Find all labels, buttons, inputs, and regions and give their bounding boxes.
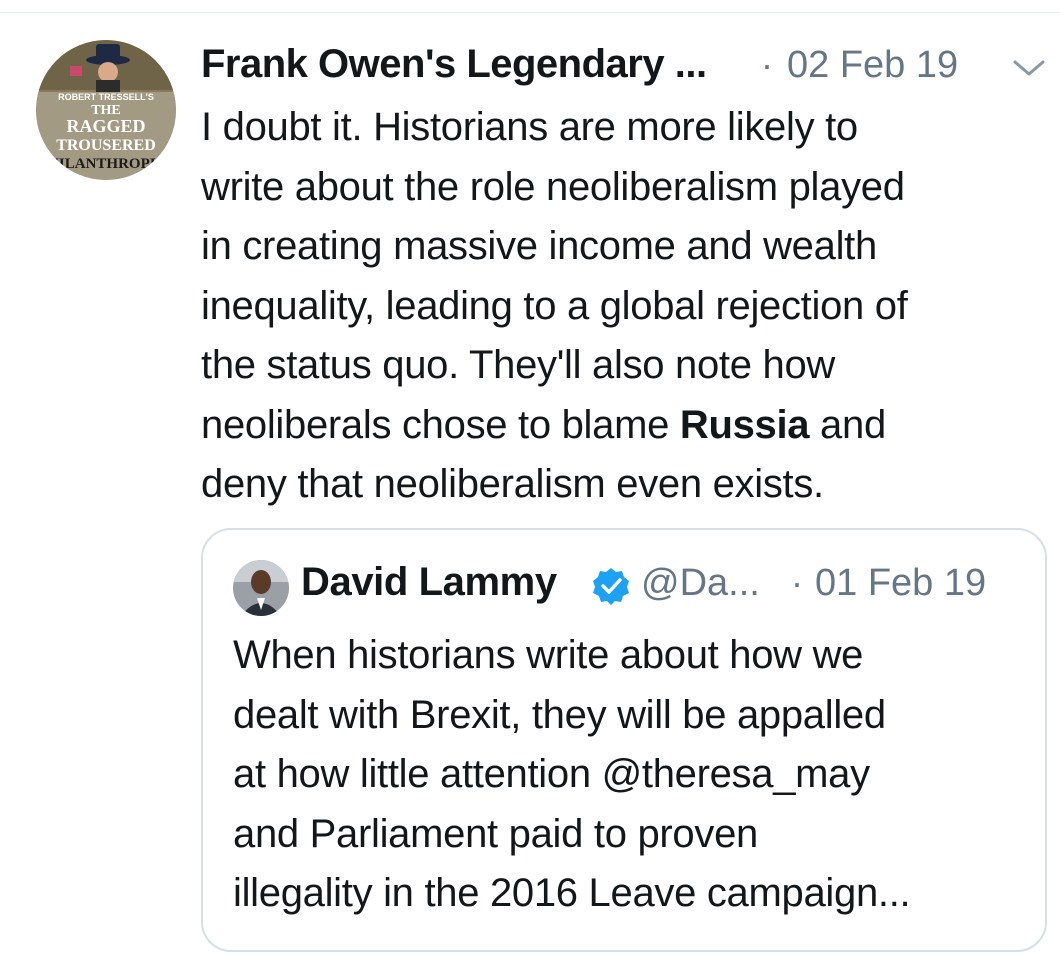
- tweet-text: I doubt it. Historians are more likely t…: [201, 98, 1051, 515]
- avatar-text-5: PHILANTHROPIST: [38, 156, 174, 172]
- quoted-text-line: and Parliament paid to proven: [233, 811, 758, 856]
- top-divider: [0, 12, 1060, 13]
- quoted-text-line: at how little attention @theresa_may: [233, 752, 870, 796]
- quoted-author-avatar[interactable]: [233, 560, 289, 616]
- quoted-author-handle[interactable]: @Da...: [641, 562, 760, 605]
- tweet-header: Frank Owen's Legendary ... · 02 Feb 19: [201, 40, 1051, 96]
- verified-badge-icon: [591, 566, 631, 606]
- quoted-text-line: When historians write about how we: [233, 633, 864, 677]
- tweet-text-line: inequality, leading to a global rejectio…: [201, 283, 908, 328]
- author-avatar[interactable]: ROBERT TRESSELL'S THE RAGGED TROUSERED P…: [36, 40, 176, 180]
- header-separator: ·: [761, 44, 773, 85]
- avatar-text-1: ROBERT TRESSELL'S: [58, 92, 154, 102]
- tweet-text-line: neoliberals chose to blame Russia and: [201, 396, 1051, 456]
- avatar-text-3: RAGGED: [66, 116, 145, 136]
- tweet-text-line: the status quo. They'll also note how: [201, 343, 835, 387]
- tweet-text-bold-keyword: Russia: [679, 402, 810, 447]
- quoted-author-display-name[interactable]: David Lammy: [301, 560, 557, 605]
- tweet-text-line: I doubt it. Historians are more likely t…: [201, 105, 858, 149]
- quoted-text-line: illegality in the 2016 Leave campaign...: [233, 871, 911, 915]
- tweet-text-line: in creating massive income and wealth: [201, 224, 877, 268]
- tweet-text-line: write about the role neoliberalism playe…: [201, 164, 905, 209]
- chevron-down-icon[interactable]: [1011, 56, 1047, 80]
- tweet-text-segment: neoliberals chose to blame: [201, 402, 680, 447]
- quoted-tweet-timestamp[interactable]: 01 Feb 19: [815, 562, 986, 605]
- tweet-timestamp[interactable]: 02 Feb 19: [787, 44, 958, 87]
- tweet-text-segment: and: [809, 402, 886, 447]
- quoted-text-line: dealt with Brexit, they will be appalled: [233, 692, 886, 737]
- quoted-tweet-card[interactable]: David Lammy @Da... · 01 Feb 19 When hist…: [201, 528, 1047, 952]
- avatar-text-4: TROUSERED: [56, 137, 156, 154]
- tweet-text-line: deny that neoliberalism even exists.: [201, 462, 824, 506]
- quoted-tweet-text: When historians write about how we dealt…: [233, 626, 1033, 924]
- quoted-header-separator: ·: [791, 562, 803, 603]
- author-display-name[interactable]: Frank Owen's Legendary ...: [201, 42, 707, 87]
